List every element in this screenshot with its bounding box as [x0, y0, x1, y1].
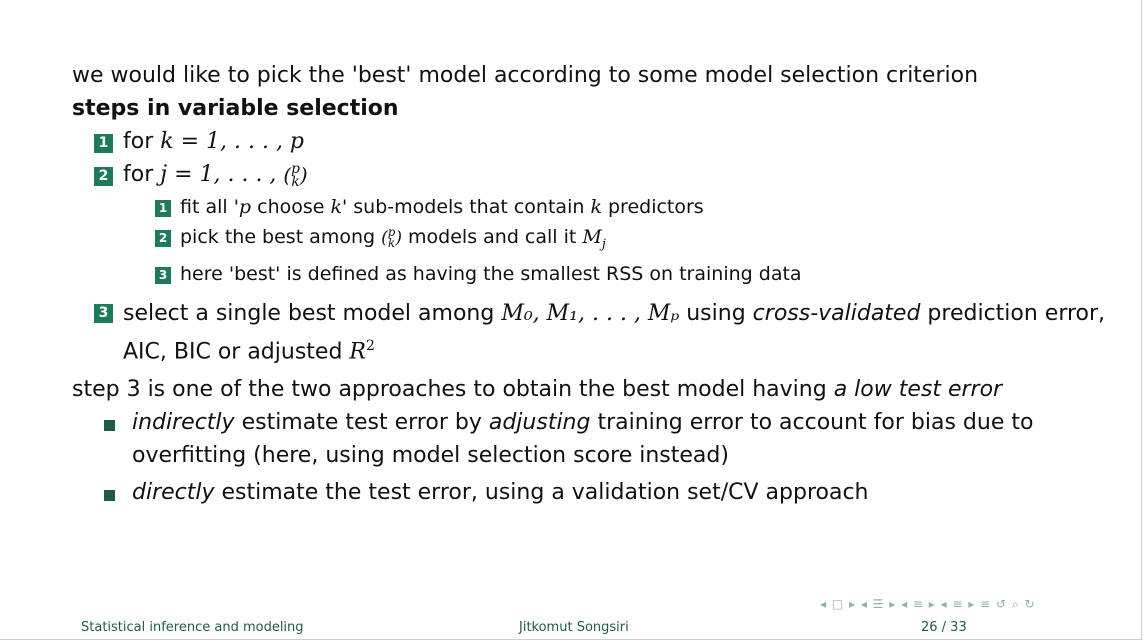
substep-number: 2	[155, 229, 171, 247]
bullet-span: estimate test error by	[234, 409, 489, 435]
bullet-item: directly estimate the test error, using …	[72, 476, 1112, 509]
math-superscript: 2	[365, 338, 375, 355]
substep-text: models and call it	[402, 225, 583, 248]
step-text: for	[123, 162, 161, 187]
bullet-span: estimate the test error, using a validat…	[214, 479, 869, 505]
math-expression: j = 1, . . . ,	[160, 162, 284, 187]
step3-note: step 3 is one of the two approaches to o…	[72, 373, 1112, 406]
bullet-square-icon	[104, 419, 115, 431]
step-3-text: select a single best model among M₀, M₁,…	[123, 297, 1112, 368]
binom-bottom: k	[291, 173, 300, 190]
substep-text: choose	[251, 195, 331, 218]
math-expression: M₀, M₁, . . . , Mₚ	[501, 301, 680, 327]
footer-course-title: Statistical inference and modeling	[81, 620, 304, 635]
math-symbol: p	[238, 195, 252, 218]
substep-number: 1	[155, 199, 171, 217]
substep-text: ' sub-models that contain	[342, 195, 591, 218]
substep-2: 2 pick the best among (p k) models and cal…	[72, 222, 1112, 260]
slide-content: we would like to pick the 'best' model a…	[72, 59, 1112, 509]
bullet-text: directly estimate the test error, using …	[132, 476, 1112, 509]
substep-text: here 'best' is defined as having the sma…	[180, 263, 802, 286]
step-2: 2 for j = 1, . . . , (p k)	[72, 158, 1112, 192]
bullet-square-icon	[104, 489, 115, 501]
emphasis-text: cross-validated	[752, 301, 921, 327]
substep-number: 3	[155, 267, 171, 285]
step-text: using	[679, 301, 753, 327]
step-3: 3 select a single best model among M₀, M…	[72, 297, 1112, 368]
substep-text: pick the best among	[180, 225, 382, 248]
math-expression: k = 1, . . . , p	[160, 129, 305, 154]
substep-text: fit all '	[180, 195, 239, 218]
slide: we would like to pick the 'best' model a…	[0, 0, 1142, 640]
step-text: for	[123, 129, 161, 154]
substep-3: 3 here 'best' is defined as having the sm…	[72, 259, 1112, 289]
math-symbol: k	[330, 195, 343, 218]
step-number: 3	[94, 304, 113, 324]
bullet-text: indirectly estimate test error by adjust…	[132, 406, 1112, 472]
step-1: 1 for k = 1, . . . , p	[72, 125, 1112, 158]
step-number: 2	[94, 167, 113, 186]
footer-author: Jitkomut Songsiri	[519, 620, 629, 635]
step-text: select a single best model among	[123, 301, 502, 327]
emphasis-text: directly	[132, 479, 215, 505]
emphasis-text: adjusting	[488, 409, 591, 435]
bullet-item: indirectly estimate test error by adjust…	[72, 406, 1112, 472]
section-heading: steps in variable selection	[72, 96, 399, 121]
math-symbol: k	[590, 195, 602, 218]
substep-1: 1 fit all 'p choose k' sub-models that co…	[72, 192, 1112, 222]
math-subscript: j	[601, 236, 606, 252]
intro-text: we would like to pick the 'best' model a…	[72, 63, 979, 88]
binomial-coefficient: (p k)	[381, 224, 402, 250]
footer-page-number: 26 / 33	[921, 620, 967, 635]
emphasis-text: indirectly	[132, 409, 235, 435]
step-number: 1	[94, 134, 113, 153]
substep-text: predictors	[601, 195, 704, 218]
binomial-coefficient: (p k)	[283, 161, 308, 190]
beamer-navigation-icons[interactable]: ◂ □ ▸ ◂ ☰ ▸ ◂ ≡ ▸ ◂ ≡ ▸ ≡ ↺ ⌕ ↻	[820, 597, 1036, 612]
math-symbol: R	[349, 339, 366, 365]
math-symbol: M	[582, 225, 602, 248]
emphasis-text: a low test error	[833, 376, 1003, 402]
note-text: step 3 is one of the two approaches to o…	[72, 376, 834, 402]
